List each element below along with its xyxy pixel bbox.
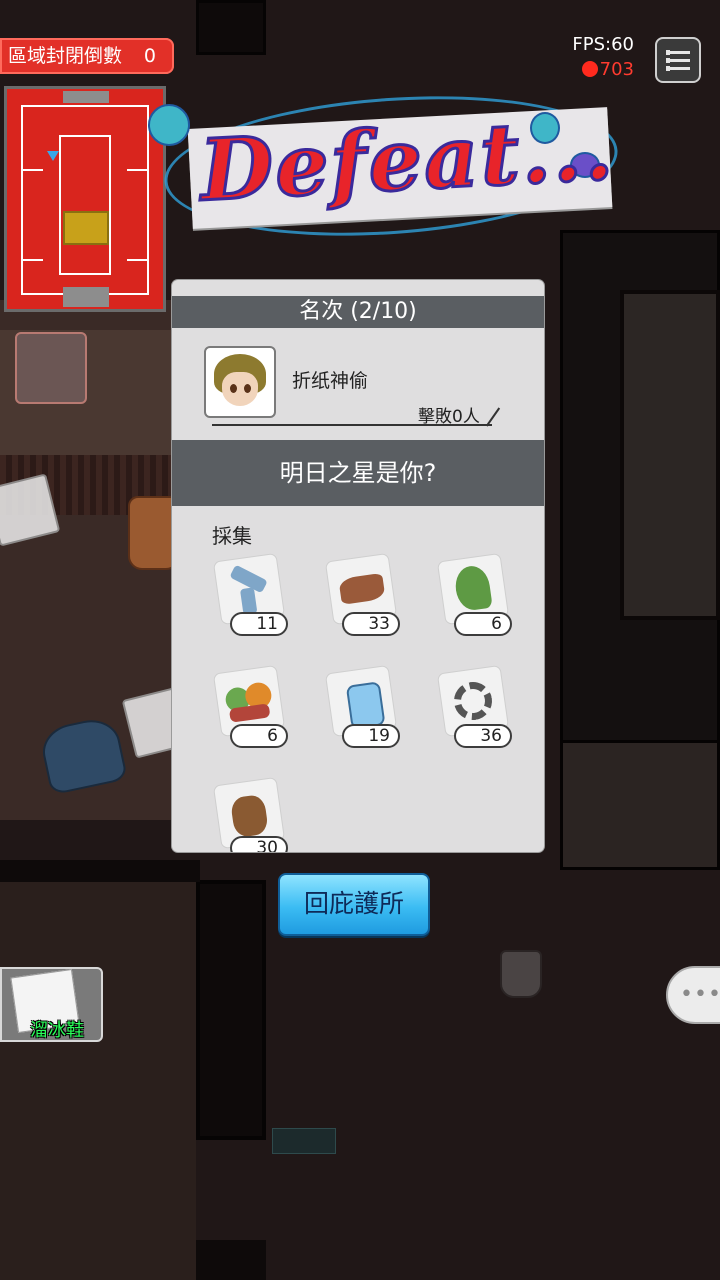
return-shelter-button[interactable]: 回庇護所 [278,873,430,936]
item-count: 33 [342,612,400,636]
defeat-banner: Defeat... [148,82,623,250]
collected-item: 36 [437,665,528,760]
minimap-objective-marker [63,211,109,245]
more-dots-icon: ••• [680,982,720,1007]
item-count: 11 [230,612,288,636]
collected-item: 30 [213,777,304,852]
equipped-item-label: 溜冰鞋 [30,1020,84,1041]
collected-item: 6 [437,553,528,648]
item-count: 6 [230,724,288,748]
wall-segment [196,880,266,1140]
ping-indicator: 703 [581,59,634,80]
cloud-icon [148,104,190,146]
wall-segment [196,1240,266,1280]
collected-item: 33 [325,553,416,648]
room-wall [620,290,720,620]
item-count: 6 [454,612,512,636]
item-count: 30 [230,836,288,852]
floor-sign [272,1128,336,1154]
floor-area [0,880,196,1280]
item-count: 36 [454,724,512,748]
equipped-item-card[interactable]: 溜冰鞋 [0,967,103,1042]
zone-countdown: 區域封閉倒數 0 [0,38,174,74]
chat-button[interactable]: ••• [666,966,720,1024]
collected-section-label: 採集 [212,524,252,548]
menu-button[interactable] [655,37,701,83]
divider [212,424,492,426]
empty-item-slot[interactable] [15,332,87,404]
slogan-banner: 明日之星是你? [172,440,544,506]
list-icon [666,50,690,55]
collected-item: 19 [325,665,416,760]
wall-segment [0,860,200,882]
collected-item: 6 [213,665,304,760]
countdown-value: 0 [143,45,156,67]
fps-counter: FPS:60 [572,34,634,55]
collected-item: 11 [213,553,304,648]
avatar [204,346,276,418]
minimap[interactable] [4,86,166,312]
countdown-label: 區域封閉倒數 [8,45,123,67]
player-marker-icon [47,151,59,161]
result-panel: 名次 (2/10) 折纸神偷 擊敗0人 明日之星是你? 採集 11 33 6 6… [172,280,544,852]
ping-value: 703 [599,59,634,80]
rank-header: 名次 (2/10) [172,296,544,328]
item-count: 19 [342,724,400,748]
bucket-prop [500,950,542,998]
room-wall [560,740,720,870]
divider [485,407,501,427]
wall-segment [196,0,266,55]
ping-dot-icon [581,61,598,77]
player-name: 折纸神偷 [292,370,369,392]
